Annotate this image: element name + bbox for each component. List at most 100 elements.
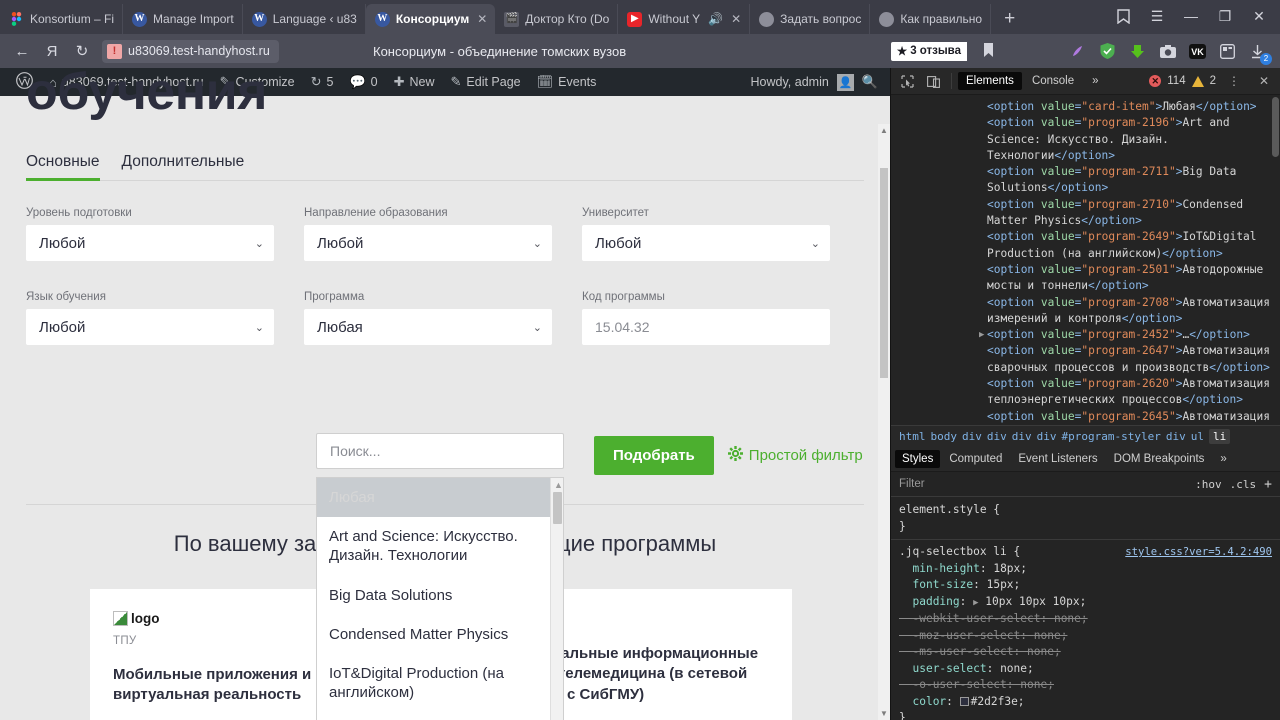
breadcrumb-item[interactable]: div [1012, 430, 1032, 443]
browser-tab-5[interactable]: ▶ Without Y 🔊 ✕ [618, 4, 751, 34]
dom-node[interactable]: <option value="program-2711">Big Data So… [891, 164, 1280, 197]
breadcrumb-item[interactable]: ul [1191, 430, 1204, 443]
css-declaration[interactable]: padding: ▶ 10px 10px 10px; [891, 594, 1280, 612]
breadcrumb-item-active[interactable]: li [1208, 429, 1231, 445]
security-warning-icon[interactable]: ! [107, 43, 122, 59]
tab-dopolnitelnye[interactable]: Дополнительные [122, 153, 245, 180]
inspect-icon[interactable] [895, 70, 919, 92]
dom-node[interactable]: <option value="program-2647">Автоматизац… [891, 343, 1280, 376]
devtools-issue-counts[interactable]: ✕ 114 2 ⋮ ✕ [1149, 70, 1276, 92]
css-source-link[interactable]: style.css?ver=5.4.2:490 [1125, 544, 1272, 561]
reload-icon[interactable]: ↻ [68, 38, 96, 64]
tab-elements[interactable]: Elements [958, 72, 1022, 90]
dropdown-option[interactable]: Condensed Matter Physics [317, 615, 550, 654]
dom-node[interactable]: <option value="program-2196">Art and Sci… [891, 115, 1280, 164]
breadcrumb-item[interactable]: body [931, 430, 958, 443]
css-declaration[interactable]: user-select: none; [891, 661, 1280, 678]
expand-triangle-icon[interactable]: ▶ [979, 327, 984, 343]
css-declaration-overridden[interactable]: -ms-user-select: none; [891, 644, 1280, 661]
dom-tree-scrollbar[interactable] [1272, 97, 1279, 157]
breadcrumb-item[interactable]: #program-styler [1062, 430, 1161, 443]
device-toolbar-icon[interactable] [921, 70, 945, 92]
scroll-down-icon[interactable]: ▼ [878, 709, 890, 718]
new-style-rule-button[interactable]: + [1264, 477, 1272, 492]
css-declaration[interactable]: min-height: 18px; [891, 561, 1280, 578]
dropdown-option[interactable]: Art and Science: Искусство. Дизайн. Техн… [317, 517, 550, 575]
css-declaration[interactable]: color: #2d2f3e; [891, 694, 1280, 711]
dropdown-option[interactable]: IoT&Digital Production (на английском) [317, 654, 550, 712]
css-declaration-overridden[interactable]: -moz-user-select: none; [891, 628, 1280, 645]
dom-node-collapsed[interactable]: ▶ <option value="program-2452">…</option> [891, 327, 1280, 343]
dropdown-option[interactable]: Big Data Solutions [317, 576, 550, 615]
scroll-up-icon[interactable]: ▲ [878, 126, 890, 135]
browser-tab-3-active[interactable]: W Консорциум ✕ [365, 4, 496, 34]
select-universitet[interactable]: Любой ⌄ [582, 225, 830, 261]
howdy-label[interactable]: Howdy, admin [751, 75, 829, 89]
input-kod-programmy[interactable]: 15.04.32 [582, 309, 830, 345]
select-yazyk-obucheniya[interactable]: Любой ⌄ [26, 309, 274, 345]
select-programma[interactable]: Любая ⌄ [304, 309, 552, 345]
avatar[interactable]: 👤 [836, 73, 854, 91]
styles-filter-input[interactable]: Filter [899, 478, 1187, 490]
dom-node[interactable]: <option value="program-2649">IoT&Digital… [891, 229, 1280, 262]
admin-updates[interactable]: ↻ 5 [303, 74, 342, 90]
more-tabs-icon[interactable]: » [1084, 72, 1106, 90]
tab-console[interactable]: Console [1024, 72, 1082, 90]
cls-toggle[interactable]: .cls [1230, 478, 1257, 491]
browser-tab-1[interactable]: W Manage Import [123, 4, 243, 34]
browser-tab-7[interactable]: Как правильно [870, 4, 992, 34]
close-window-icon[interactable]: ✕ [1244, 3, 1274, 29]
camera-icon[interactable] [1157, 41, 1178, 62]
dom-node[interactable]: <option value="program-2620">Автоматизац… [891, 376, 1280, 409]
dropdown-option[interactable]: Автодорожные мосты и тоннели [317, 712, 550, 720]
submit-button[interactable]: Подобрать [594, 436, 714, 475]
css-declaration[interactable]: font-size: 15px; [891, 577, 1280, 594]
admin-comments[interactable]: 💬 0 [341, 74, 385, 90]
bookmark-icon[interactable] [983, 42, 994, 60]
yandex-icon[interactable]: Я [38, 38, 66, 64]
dom-node[interactable]: <option value="program-2710">Condensed M… [891, 197, 1280, 230]
vk-icon[interactable]: VK [1187, 41, 1208, 62]
close-devtools-icon[interactable]: ✕ [1252, 70, 1276, 92]
breadcrumb-item[interactable]: div [987, 430, 1007, 443]
dom-node[interactable]: <option value="program-2645">Автоматизац… [891, 409, 1280, 426]
tab-osnovnye[interactable]: Основные [26, 153, 100, 181]
select-napravlenie[interactable]: Любой ⌄ [304, 225, 552, 261]
collections-icon[interactable] [1108, 3, 1138, 29]
close-icon[interactable]: ✕ [475, 12, 487, 26]
hov-toggle[interactable]: :hov [1195, 478, 1222, 491]
downloads-icon[interactable]: 2 [1247, 41, 1272, 65]
address-bar[interactable]: ! u83069.test-handyhost.ru [102, 39, 279, 63]
select-uroven-podgotovki[interactable]: Любой ⌄ [26, 225, 274, 261]
browser-tab-2[interactable]: W Language ‹ u83 [243, 4, 366, 34]
admin-events[interactable]: 🗓 Events [529, 74, 605, 90]
admin-edit-page[interactable]: ✎ Edit Page [443, 74, 529, 90]
browser-tab-6[interactable]: Задать вопрос [750, 4, 871, 34]
more-styles-tabs-icon[interactable]: » [1213, 450, 1233, 468]
mute-icon[interactable]: 🔊 [706, 12, 723, 26]
breadcrumb-item[interactable]: html [899, 430, 926, 443]
dropdown-scrollbar[interactable]: ▲ [550, 478, 563, 720]
simple-filter-link[interactable]: Простой фильтр [727, 446, 863, 465]
kebab-menu-icon[interactable]: ⋮ [1222, 70, 1246, 92]
page-scrollbar-thumb[interactable] [880, 168, 888, 378]
reviews-badge[interactable]: ★ 3 отзыва [890, 41, 967, 61]
breadcrumb-item[interactable]: div [1037, 430, 1057, 443]
new-tab-button[interactable]: + [991, 8, 1028, 34]
breadcrumb-item[interactable]: div [1166, 430, 1186, 443]
color-swatch[interactable] [959, 696, 969, 706]
dropdown-search-input[interactable]: Поиск... [316, 433, 564, 469]
tab-event-listeners[interactable]: Event Listeners [1011, 450, 1104, 468]
scroll-up-icon[interactable]: ▲ [554, 480, 563, 490]
search-icon[interactable]: 🔍 [862, 74, 878, 90]
close-icon[interactable]: ✕ [729, 12, 741, 26]
page-scrollbar[interactable]: ▲ ▼ [878, 124, 890, 720]
tab-styles[interactable]: Styles [895, 450, 941, 469]
dropdown-option[interactable]: Любая [317, 478, 550, 518]
menu-icon[interactable]: ☰ [1142, 3, 1172, 29]
tabs-icon[interactable] [1217, 41, 1238, 62]
css-declaration-overridden[interactable]: -webkit-user-select: none; [891, 611, 1280, 628]
tab-computed[interactable]: Computed [942, 450, 1009, 468]
dom-node[interactable]: <option value="card-item">Любая</option> [891, 99, 1280, 115]
back-icon[interactable]: ← [8, 38, 36, 64]
